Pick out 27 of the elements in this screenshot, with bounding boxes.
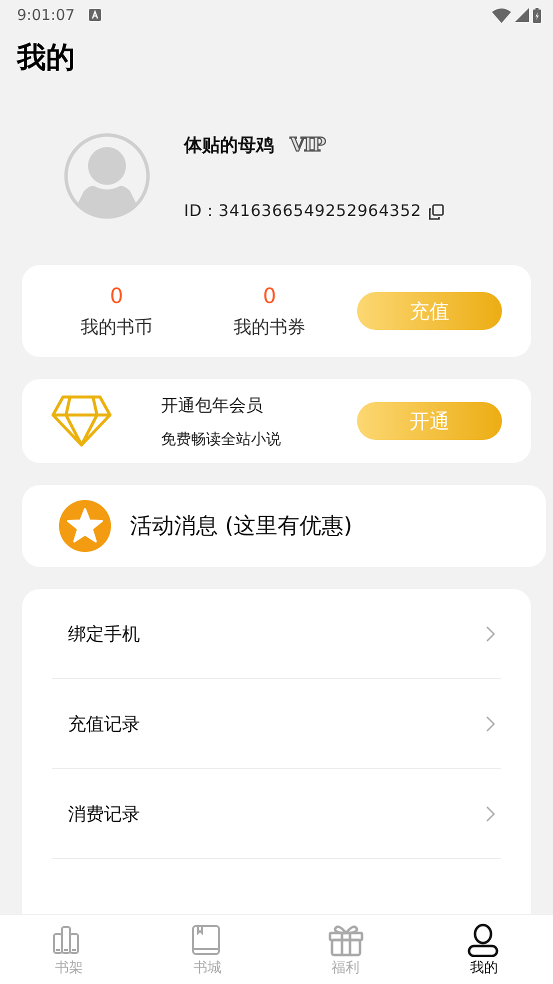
balance-label: 我的书币 — [80, 316, 152, 339]
promo-card[interactable]: 活动消息 (这里有优惠) — [22, 485, 546, 567]
promo-label: 活动消息 (这里有优惠) — [130, 513, 352, 541]
status-time: 9:01:07 — [17, 6, 75, 24]
chevron-right-icon — [486, 716, 495, 732]
menu-item[interactable]: 消费记录 — [68, 802, 140, 826]
balance-value: 0 — [110, 283, 124, 309]
user-id: ID：3416366549252964352 — [184, 201, 422, 222]
chevron-right-icon — [486, 806, 495, 822]
membership-subtitle: 免费畅读全站小说 — [161, 430, 281, 448]
signal-icon — [515, 8, 529, 22]
menu-item[interactable]: 充值记录 — [68, 712, 140, 736]
chevron-right-icon — [486, 626, 495, 642]
wifi-icon — [492, 8, 511, 22]
vip-label: VIP — [290, 134, 325, 156]
membership-title: 开通包年会员 — [161, 394, 264, 416]
battery-icon — [533, 8, 541, 22]
gift-icon — [328, 922, 364, 956]
tab[interactable]: 我的 — [414, 915, 553, 984]
copy-icon[interactable] — [428, 204, 444, 220]
diamond-icon — [51, 395, 112, 447]
balance-value: 0 — [262, 283, 276, 309]
user-name: 体贴的母鸡 — [184, 134, 274, 157]
balance-label: 我的书券 — [234, 316, 306, 339]
page-title: 我的 — [17, 39, 75, 76]
menu-item[interactable]: 绑定手机 — [68, 622, 140, 646]
keyboard-status-icon — [88, 9, 101, 21]
